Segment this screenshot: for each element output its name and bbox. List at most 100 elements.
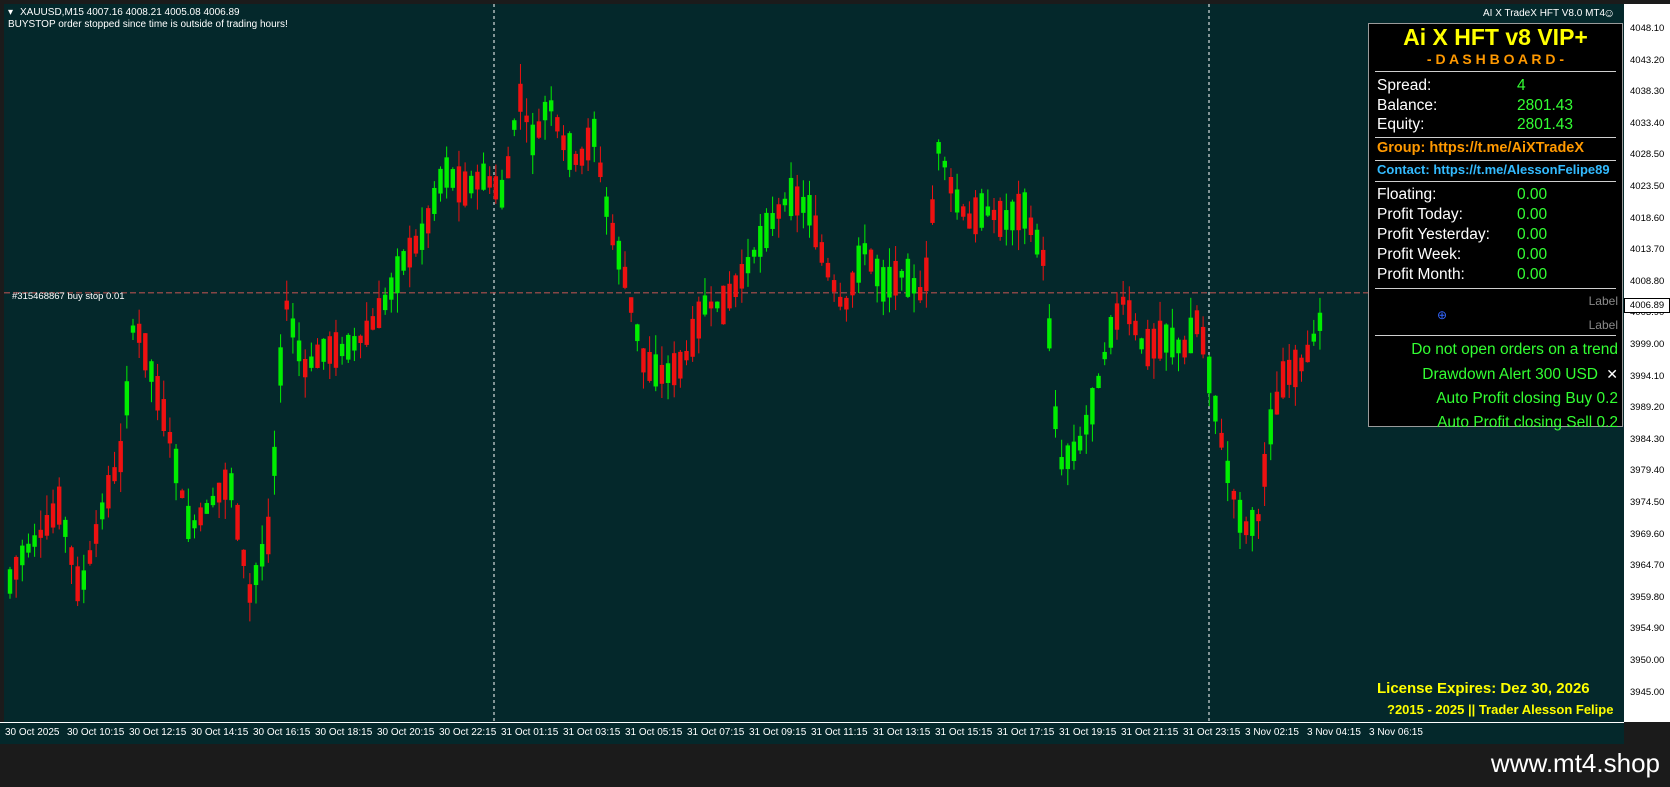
- candle-body: [770, 213, 775, 229]
- candle-body: [856, 245, 861, 283]
- candle-body: [598, 162, 603, 178]
- candle-body: [444, 157, 449, 188]
- price-tick-label: 3979.40: [1630, 465, 1665, 477]
- candle-body: [542, 101, 548, 121]
- candle-body: [93, 524, 99, 544]
- candle-body: [296, 340, 302, 362]
- separator: [1375, 335, 1616, 336]
- candle-body: [1133, 320, 1138, 336]
- candle-body: [1065, 445, 1070, 470]
- candle-body: [167, 432, 173, 444]
- spread-value: 4: [1517, 77, 1526, 94]
- ea-title: AI X TradeX HFT V8.0 MT4: [1483, 8, 1606, 19]
- price-tick-label: 3959.80: [1630, 591, 1665, 603]
- candle-body: [112, 467, 117, 482]
- candle-body: [339, 343, 345, 357]
- candle-body: [100, 502, 105, 520]
- time-tick-label: 31 Oct 11:15: [811, 727, 868, 738]
- order-line-label: #315468867 buy stop 0.01: [12, 291, 125, 302]
- candle-body: [407, 237, 412, 268]
- candle-body: [376, 298, 382, 328]
- floating-label: Floating:: [1377, 186, 1437, 203]
- candle-body: [585, 127, 591, 161]
- ea-dashboard-panel: Ai X HFT v8 VIP+ - D A S H B O A R D - S…: [1368, 23, 1623, 431]
- profit-month-label: Profit Month:: [1377, 266, 1465, 283]
- copyright-text: ?2015 - 2025 || Trader Alesson Felipe: [1387, 702, 1614, 717]
- price-axis[interactable]: [1624, 4, 1670, 722]
- candle-body: [825, 262, 831, 278]
- contact-link[interactable]: Contact: https://t.me/AlessonFelipe89: [1377, 162, 1610, 177]
- candle-body: [807, 195, 812, 226]
- candle-body: [684, 350, 689, 361]
- candle-body: [678, 351, 683, 379]
- candle-body: [936, 142, 941, 154]
- candle-body: [63, 519, 68, 537]
- candle-body: [136, 323, 142, 343]
- candle-body: [413, 235, 419, 254]
- candle-body: [432, 187, 437, 214]
- candle-body: [561, 135, 566, 151]
- candle-body: [1120, 296, 1126, 305]
- candle-body: [180, 490, 185, 499]
- equity-value: 2801.43: [1517, 116, 1574, 133]
- candle-body: [567, 133, 572, 170]
- time-tick-label: 31 Oct 01:15: [501, 727, 559, 738]
- candle-body: [555, 117, 560, 132]
- separator: [1375, 181, 1616, 182]
- candle-body: [512, 120, 517, 130]
- candle-body: [1164, 324, 1169, 353]
- time-tick-label: 30 Oct 10:15: [67, 727, 125, 738]
- placeholder-label-1: Label: [1588, 294, 1618, 308]
- candle-body: [456, 166, 462, 203]
- candle-body: [1010, 201, 1015, 231]
- candle-body: [1311, 333, 1316, 342]
- candle-body: [819, 242, 824, 263]
- candle-body: [382, 294, 388, 311]
- candle-body: [333, 332, 339, 368]
- candle-body: [259, 544, 265, 567]
- time-tick-label: 30 Oct 16:15: [253, 727, 311, 738]
- candle-body: [715, 301, 720, 309]
- candle-body: [776, 204, 781, 219]
- candle-body: [696, 301, 701, 339]
- candle-body: [395, 256, 400, 294]
- candle-body: [610, 222, 615, 246]
- candle-body: [290, 318, 296, 338]
- candle-body: [1102, 351, 1107, 360]
- candle-body: [229, 473, 234, 501]
- price-tick-label: 3969.60: [1630, 528, 1665, 540]
- candle-body: [469, 175, 474, 194]
- group-link[interactable]: Group: https://t.me/AiXTradeX: [1377, 140, 1584, 156]
- candle-body: [130, 325, 136, 333]
- candle-body: [487, 176, 492, 188]
- candle-body: [887, 266, 892, 298]
- candle-body: [346, 334, 351, 360]
- candle-body: [911, 278, 917, 294]
- candle-body: [241, 549, 246, 566]
- candle-body: [481, 163, 486, 190]
- candle-body: [918, 287, 923, 301]
- chart-window[interactable]: ▾ XAUUSD,M15 4007.16 4008.21 4005.08 400…: [0, 0, 1670, 745]
- candle-body: [948, 177, 954, 194]
- candle-body: [155, 376, 160, 411]
- candle-body: [426, 208, 431, 234]
- candle-body: [303, 358, 308, 378]
- smiley-icon[interactable]: ☺: [1603, 6, 1615, 20]
- profit-today-label: Profit Today:: [1377, 206, 1463, 223]
- candle-body: [1274, 391, 1280, 415]
- candle-body: [352, 336, 357, 351]
- close-icon[interactable]: ✕: [1606, 366, 1618, 383]
- candle-body: [438, 168, 443, 194]
- symbol-dropdown-icon[interactable]: ▾: [8, 7, 13, 18]
- candle-body: [1231, 490, 1237, 500]
- candle-body: [315, 344, 320, 368]
- auto-profit-sell: Auto Profit closing Sell 0.2: [1437, 414, 1618, 431]
- candle-body: [1022, 192, 1027, 229]
- candle-body: [1004, 210, 1009, 230]
- time-tick-label: 30 Oct 14:15: [191, 727, 249, 738]
- candle-body: [75, 566, 80, 602]
- candle-body: [905, 258, 911, 297]
- time-tick-label: 31 Oct 15:15: [935, 727, 993, 738]
- candle-body: [358, 335, 363, 344]
- candle-body: [118, 441, 123, 473]
